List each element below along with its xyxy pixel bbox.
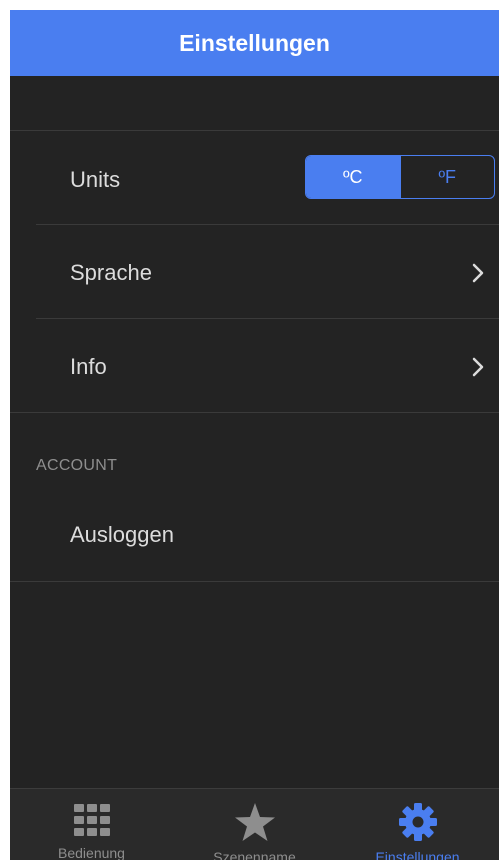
logout-label: Ausloggen bbox=[70, 522, 174, 547]
tab-einstellungen[interactable]: Einstellungen bbox=[336, 789, 499, 860]
tab-label: Einstellungen bbox=[375, 849, 460, 860]
tab-szenenname[interactable]: Szenenname bbox=[173, 789, 336, 860]
celsius-option[interactable]: ºC bbox=[306, 156, 400, 198]
gear-icon bbox=[398, 803, 438, 841]
fahrenheit-option[interactable]: ºF bbox=[399, 156, 495, 198]
star-icon bbox=[234, 803, 275, 841]
tab-label: Szenenname bbox=[213, 849, 296, 860]
units-segmented-control: ºC ºF bbox=[305, 155, 495, 199]
divider bbox=[10, 581, 499, 582]
account-section-header: ACCOUNT bbox=[36, 457, 118, 474]
settings-screen: Einstellungen Units ºC ºF Sprache Info A… bbox=[10, 10, 499, 860]
page-title: Einstellungen bbox=[179, 29, 330, 56]
language-row[interactable]: Sprache bbox=[10, 225, 499, 318]
divider bbox=[10, 412, 499, 413]
tab-bar: Bedienung Szenenname Einstellungen bbox=[10, 788, 499, 860]
info-label: Info bbox=[70, 354, 107, 379]
logout-row[interactable]: Ausloggen bbox=[10, 495, 499, 581]
grid-icon bbox=[72, 803, 112, 837]
chevron-right-icon bbox=[472, 263, 484, 283]
chevron-right-icon bbox=[472, 357, 484, 377]
nav-bar: Einstellungen bbox=[10, 10, 499, 76]
language-label: Sprache bbox=[70, 260, 152, 285]
info-row[interactable]: Info bbox=[10, 319, 499, 412]
units-label: Units bbox=[70, 167, 121, 192]
tab-bedienung[interactable]: Bedienung bbox=[10, 789, 173, 860]
tab-label: Bedienung bbox=[58, 845, 125, 860]
